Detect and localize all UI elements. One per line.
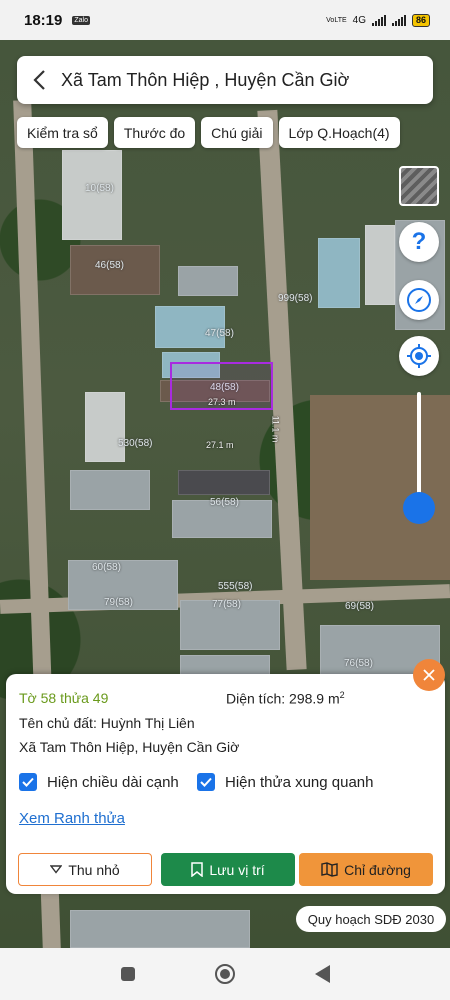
locate-button[interactable]: [399, 336, 439, 376]
building: [70, 470, 150, 510]
parcel-label: 999(58): [278, 293, 313, 304]
edge-length-right: 11.1 m: [270, 415, 281, 443]
parcel-label: 47(58): [205, 328, 234, 339]
chevron-down-icon: [50, 865, 63, 874]
locate-icon: [407, 344, 431, 368]
back-button[interactable]: [17, 56, 61, 104]
signal-icon-2: [391, 14, 406, 26]
system-nav-bar: [0, 948, 450, 1000]
check-book-button[interactable]: Kiểm tra sổ: [17, 117, 108, 148]
layer-thumbnail-button[interactable]: [399, 166, 439, 206]
owner-name: Tên chủ đất: Huỳnh Thị Liên: [19, 715, 195, 731]
map-icon: [321, 862, 338, 877]
location-header: Xã Tam Thôn Hiệp , Huyện Cần Giờ: [17, 56, 433, 104]
save-location-button[interactable]: Lưu vị trí: [161, 853, 295, 886]
planning-layer-button[interactable]: Lớp Q.Hoạch(4): [278, 117, 400, 148]
signal-icon: [371, 14, 386, 26]
directions-button[interactable]: Chỉ đường: [299, 853, 433, 886]
parcel-label: 76(58): [344, 658, 373, 669]
building: [318, 238, 360, 308]
building: [365, 225, 395, 305]
map-toolbar: Kiểm tra sổ Thước đo Chú giải Lớp Q.Hoạc…: [17, 117, 400, 148]
building: [178, 266, 238, 296]
close-panel-button[interactable]: [413, 659, 445, 691]
help-button[interactable]: ?: [399, 222, 439, 262]
building: [70, 910, 250, 948]
parcel-label: 69(58): [345, 601, 374, 612]
compass-button[interactable]: [399, 280, 439, 320]
clock: 18:19: [24, 11, 63, 29]
checkbox-checked-icon: [197, 773, 215, 791]
home-button[interactable]: [214, 964, 235, 984]
edge-length-top: 27.3 m: [208, 397, 236, 407]
back-nav-button[interactable]: [314, 965, 330, 983]
zoom-slider-thumb[interactable]: [403, 492, 435, 524]
parcel-label: 56(58): [210, 497, 239, 508]
sheet-parcel-number: Tờ 58 thửa 49: [19, 690, 109, 706]
edge-length-bottom: 27.1 m: [206, 440, 234, 450]
help-icon: ?: [411, 228, 427, 255]
location-title: Xã Tam Thôn Hiệp , Huyện Cần Giờ: [61, 69, 350, 90]
checkbox-checked-icon: [19, 773, 37, 791]
building: [62, 150, 122, 240]
parcel-label: 46(58): [95, 260, 124, 271]
building: [85, 392, 125, 462]
parcel-info-panel: Tờ 58 thửa 49 Diện tích: 298.9 m2 Tên ch…: [6, 674, 445, 894]
measure-button[interactable]: Thước đo: [113, 117, 196, 148]
status-bar: 18:19 Zalo VoLTE 4G 86: [0, 0, 450, 40]
building: [180, 655, 270, 675]
compass-icon: [407, 288, 431, 312]
parcel-label: 77(58): [212, 599, 241, 610]
show-neighbors-label: Hiện thửa xung quanh: [225, 773, 374, 791]
parcel-label: 555(58): [218, 581, 253, 592]
building: [155, 306, 225, 348]
show-edge-lengths-checkbox[interactable]: Hiện chiều dài cạnh: [19, 773, 179, 791]
bare-field: [310, 395, 450, 580]
show-neighbors-checkbox[interactable]: Hiện thửa xung quanh: [197, 773, 373, 791]
view-parcel-boundary-link[interactable]: Xem Ranh thửa: [19, 810, 125, 827]
parcel-label: 10(58): [85, 183, 114, 194]
recent-apps-button[interactable]: [120, 967, 135, 981]
status-icons: VoLTE 4G 86: [326, 13, 430, 27]
planning-badge[interactable]: Quy hoạch SDĐ 2030: [296, 906, 446, 932]
volte-icon: VoLTE: [326, 16, 347, 24]
bookmark-icon: [191, 862, 204, 877]
parcel-address: Xã Tam Thôn Hiệp, Huyện Cần Giờ: [19, 739, 240, 755]
legend-button[interactable]: Chú giải: [201, 117, 273, 148]
network-type: 4G: [352, 14, 366, 26]
battery-icon: 86: [411, 13, 430, 27]
show-edge-lengths-label: Hiện chiều dài cạnh: [47, 773, 179, 791]
close-icon: [423, 669, 435, 681]
building: [178, 470, 270, 495]
parcel-label: 60(58): [92, 562, 121, 573]
parcel-label: 530(58): [118, 438, 153, 449]
collapse-button[interactable]: Thu nhỏ: [18, 853, 152, 886]
parcel-area: Diện tích: 298.9 m2: [226, 690, 345, 707]
back-arrow-icon: [33, 70, 45, 90]
zalo-notification-icon: Zalo: [72, 15, 90, 25]
parcel-label: 79(58): [104, 597, 133, 608]
